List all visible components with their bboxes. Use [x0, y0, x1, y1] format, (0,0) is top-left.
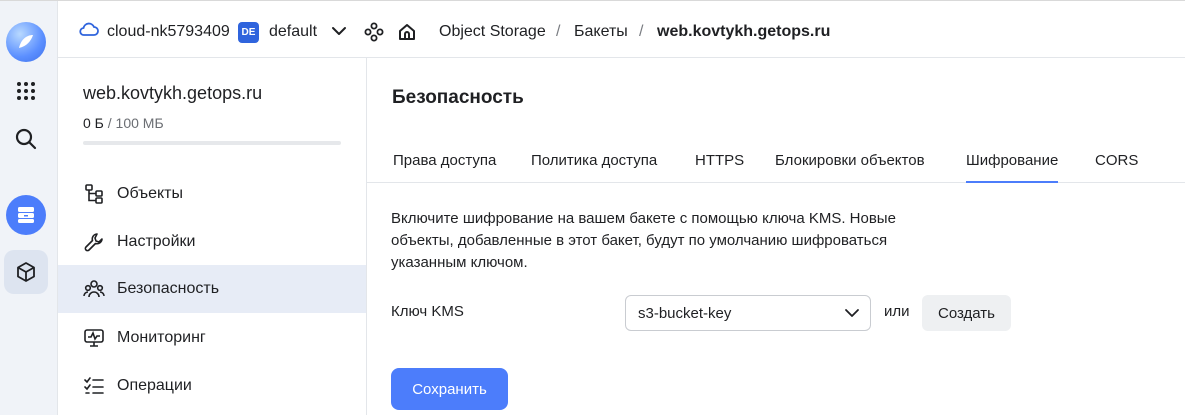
wrench-icon — [83, 231, 105, 253]
tab-access-policy[interactable]: Политика доступа — [531, 152, 657, 169]
sidebar-item-security[interactable]: Безопасность — [58, 265, 366, 313]
checklist-icon — [83, 375, 105, 397]
kms-key-select[interactable]: s3-bucket-key — [625, 295, 871, 331]
tab-cors[interactable]: CORS — [1095, 152, 1138, 169]
breadcrumb-object-storage[interactable]: Object Storage — [439, 23, 546, 41]
sidebar-item-label: Настройки — [117, 233, 196, 250]
logo-button[interactable] — [4, 20, 48, 64]
monitor-icon — [83, 327, 105, 349]
home-icon[interactable] — [397, 22, 417, 47]
tab-access-rights[interactable]: Права доступа — [393, 152, 496, 169]
usage-progress-bar — [83, 141, 341, 145]
usage-used: 0 Б — [83, 115, 104, 131]
bucket-usage: 0 Б / 100 МБ — [83, 115, 164, 131]
sidebar-item-label: Объекты — [117, 185, 183, 202]
search-icon — [15, 128, 37, 150]
grid-icon — [17, 82, 35, 100]
or-text: или — [884, 303, 910, 320]
breadcrumb-buckets[interactable]: Бакеты — [574, 23, 628, 41]
kms-key-value: s3-bucket-key — [638, 304, 732, 322]
folder-name-link[interactable]: default — [269, 23, 317, 41]
sidebar-item-objects[interactable]: Объекты — [58, 170, 366, 218]
breadcrumb-separator: / — [556, 23, 561, 40]
storage-icon — [6, 195, 46, 235]
sidebar-item-monitoring[interactable]: Мониторинг — [58, 314, 366, 362]
chevron-down-icon[interactable] — [331, 24, 347, 42]
connections-icon[interactable] — [364, 22, 384, 47]
logo-icon — [6, 22, 46, 62]
app-window: cloud-nk5793409 DE default Object Storag… — [0, 0, 1185, 415]
create-key-button[interactable]: Создать — [922, 295, 1011, 331]
folder-badge: DE — [238, 22, 259, 43]
main-content: Безопасность Права доступа Политика дост… — [367, 58, 1185, 415]
tab-encryption[interactable]: Шифрование — [966, 152, 1059, 183]
left-rail — [0, 1, 58, 415]
objects-icon — [83, 183, 105, 205]
tab-https[interactable]: HTTPS — [695, 152, 744, 169]
object-storage-button[interactable] — [4, 193, 48, 237]
sidebar-item-label: Мониторинг — [117, 329, 206, 346]
top-header: cloud-nk5793409 DE default Object Storag… — [58, 1, 1185, 58]
breadcrumb-current-bucket: web.kovtykh.getops.ru — [657, 23, 831, 40]
cloud-name-link[interactable]: cloud-nk5793409 — [107, 23, 230, 41]
users-icon — [83, 278, 105, 300]
kms-key-label: Ключ KMS — [391, 303, 464, 320]
encryption-description: Включите шифрование на вашем бакете с по… — [391, 210, 896, 271]
bucket-sidebar: web.kovtykh.getops.ru 0 Б / 100 МБ Объек… — [58, 58, 367, 415]
page-title: Безопасность — [392, 87, 524, 108]
chevron-down-icon — [844, 306, 860, 324]
cube-icon — [17, 262, 35, 282]
tab-object-lock[interactable]: Блокировки объектов — [775, 152, 925, 169]
services-menu-button[interactable] — [4, 69, 48, 113]
sidebar-item-label: Операции — [117, 377, 192, 394]
sidebar-item-label: Безопасность — [117, 280, 220, 297]
sidebar-item-settings[interactable]: Настройки — [58, 218, 366, 266]
cloud-icon — [79, 21, 99, 42]
usage-total: / 100 МБ — [107, 115, 164, 131]
search-button[interactable] — [4, 117, 48, 161]
breadcrumb-separator: / — [639, 23, 644, 40]
cube-button[interactable] — [4, 250, 48, 294]
bucket-name: web.kovtykh.getops.ru — [83, 83, 263, 103]
save-button[interactable]: Сохранить — [391, 368, 508, 410]
sidebar-item-operations[interactable]: Операции — [58, 362, 366, 410]
tab-bar: Права доступа Политика доступа HTTPS Бло… — [367, 140, 1185, 183]
